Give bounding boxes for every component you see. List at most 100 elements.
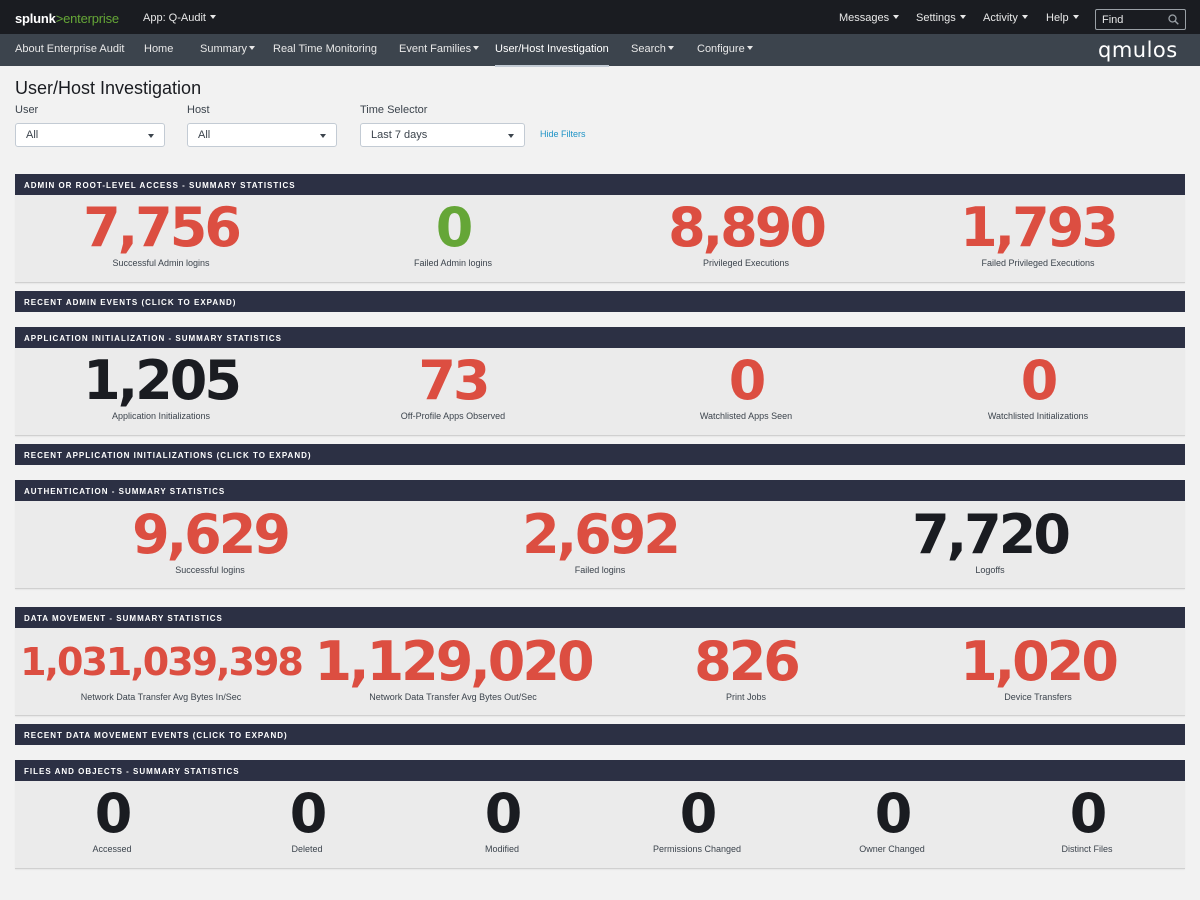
- stat-avg-bytes-out[interactable]: 1,129,020 Network Data Transfer Avg Bytes…: [314, 630, 594, 703]
- stat-value: 0: [728, 349, 767, 412]
- stat-label: Print Jobs: [725, 692, 767, 702]
- stat-permissions-changed[interactable]: 0 Permissions Changed: [653, 787, 741, 855]
- stat-value: 1,020: [960, 630, 1119, 693]
- find-input[interactable]: [1096, 10, 1168, 29]
- chevron-down-icon: [1072, 15, 1079, 20]
- host-filter-dropdown[interactable]: All: [187, 123, 337, 147]
- stat-value: 9,629: [132, 503, 291, 566]
- panel-title-data-movement: DATA MOVEMENT - SUMMARY STATISTICS: [15, 607, 1185, 628]
- stat-failed-privileged-executions[interactable]: 1,793 Failed Privileged Executions: [960, 196, 1119, 269]
- nav-real-time-monitoring[interactable]: Real Time Monitoring: [273, 43, 377, 55]
- nav-label: Configure: [697, 43, 745, 55]
- settings-menu[interactable]: Settings: [916, 12, 966, 24]
- find-box: [1095, 9, 1186, 30]
- stat-avg-bytes-in[interactable]: 1,031,039,398 Network Data Transfer Avg B…: [20, 635, 304, 702]
- panel-app-init: 1,205 Application Initializations 73 Off-P…: [15, 348, 1185, 436]
- stat-failed-admin-logins[interactable]: 0 Failed Admin logins: [414, 196, 492, 269]
- time-selector-dropdown[interactable]: Last 7 days: [360, 123, 525, 147]
- menu-label: Activity: [983, 12, 1018, 24]
- help-menu[interactable]: Help: [1046, 12, 1079, 24]
- time-selector-label: Time Selector: [360, 104, 428, 116]
- stat-watchlisted-apps-seen[interactable]: 0 Watchlisted Apps Seen: [699, 349, 793, 422]
- nav-search[interactable]: Search: [631, 43, 674, 55]
- logo-text: splunk: [15, 11, 56, 26]
- stat-owner-changed[interactable]: 0 Owner Changed: [859, 787, 925, 855]
- stat-modified[interactable]: 0 Modified: [484, 782, 523, 855]
- stat-label: Network Data Transfer Avg Bytes Out/Sec: [369, 692, 537, 702]
- stat-successful-logins[interactable]: 9,629 Successful logins: [132, 503, 291, 576]
- nav-home[interactable]: Home: [144, 43, 173, 55]
- stat-label: Deleted: [291, 844, 323, 854]
- nav-label: Summary: [200, 43, 248, 55]
- chevron-down-icon: [320, 134, 326, 138]
- stat-value: 8,890: [668, 196, 827, 259]
- chevron-down-icon: [746, 46, 753, 51]
- stat-value: 1,205: [83, 349, 242, 412]
- stat-label: Failed logins: [574, 565, 626, 575]
- splunk-logo[interactable]: splunk>enterprise: [15, 11, 119, 26]
- stat-value: 0: [484, 782, 523, 845]
- stat-value: 0: [289, 782, 328, 845]
- nav-configure[interactable]: Configure: [697, 43, 753, 55]
- chevron-down-icon: [473, 46, 480, 51]
- panel-recent-data-movement[interactable]: RECENT DATA MOVEMENT EVENTS (CLICK TO EX…: [15, 724, 1185, 745]
- nav-summary[interactable]: Summary: [200, 43, 256, 55]
- stat-print-jobs[interactable]: 826 Print Jobs: [694, 635, 801, 703]
- stat-label: Privileged Executions: [702, 258, 790, 268]
- panel-title-authentication: AUTHENTICATION - SUMMARY STATISTICS: [15, 480, 1185, 501]
- stat-value: 1,793: [960, 196, 1119, 259]
- panel-recent-admin-events[interactable]: RECENT ADMIN EVENTS (CLICK TO EXPAND): [15, 291, 1185, 312]
- stat-label: Watchlisted Apps Seen: [699, 411, 793, 421]
- stat-value: 2,692: [522, 503, 681, 566]
- nav-event-families[interactable]: Event Families: [399, 43, 480, 55]
- nav-about-enterprise-audit[interactable]: About Enterprise Audit: [15, 43, 124, 55]
- user-filter-label: User: [15, 104, 39, 116]
- stat-accessed[interactable]: 0 Accessed: [92, 782, 133, 855]
- logo-separator: >: [55, 11, 64, 26]
- host-filter-label: Host: [187, 104, 210, 116]
- stat-device-transfers[interactable]: 1,020 Device Transfers: [960, 630, 1119, 703]
- panel-data-movement: 1,031,039,398 Network Data Transfer Avg B…: [15, 628, 1185, 716]
- logo-product: enterprise: [63, 11, 119, 26]
- stat-privileged-executions[interactable]: 8,890 Privileged Executions: [668, 196, 827, 269]
- menu-label: Help: [1046, 12, 1069, 24]
- nav-user-host-investigation[interactable]: User/Host Investigation: [495, 43, 609, 67]
- app-nav-bar: About Enterprise Audit Home Summary Real…: [0, 34, 1200, 67]
- dropdown-value: All: [198, 129, 211, 141]
- stat-value: 0: [94, 782, 133, 845]
- stat-watchlisted-initializations[interactable]: 0 Watchlisted Initializations: [988, 354, 1088, 422]
- stat-label: Successful Admin logins: [112, 258, 210, 268]
- stat-label: Network Data Transfer Avg Bytes In/Sec: [80, 692, 242, 702]
- stat-deleted[interactable]: 0 Deleted: [289, 782, 328, 855]
- nav-label: Search: [631, 43, 666, 55]
- stat-distinct-files[interactable]: 0 Distinct Files: [1061, 787, 1112, 855]
- chevron-down-icon: [209, 15, 216, 20]
- stat-failed-logins[interactable]: 2,692 Failed logins: [522, 503, 681, 576]
- stat-label: Accessed: [92, 844, 132, 854]
- stat-logoffs[interactable]: 7,720 Logoffs: [912, 508, 1071, 576]
- stat-value: 73: [418, 349, 490, 412]
- stat-value: 1,129,020: [314, 630, 594, 693]
- top-bar: splunk>enterprise App: Q-Audit Messages …: [0, 0, 1200, 34]
- hide-filters-link[interactable]: Hide Filters: [540, 129, 586, 139]
- search-icon[interactable]: [1168, 14, 1179, 25]
- stat-label: Owner Changed: [859, 844, 925, 854]
- stat-value: 7,756: [83, 196, 242, 259]
- menu-label: Messages: [839, 12, 890, 24]
- activity-menu[interactable]: Activity: [983, 12, 1028, 24]
- stat-value: 1,031,039,398: [20, 640, 304, 684]
- chevron-down-icon: [1021, 15, 1028, 20]
- panel-recent-app-inits[interactable]: RECENT APPLICATION INITIALIZATIONS (CLIC…: [15, 444, 1185, 465]
- panel-title-files-objects: FILES AND OBJECTS - SUMMARY STATISTICS: [15, 760, 1185, 781]
- messages-menu[interactable]: Messages: [839, 12, 900, 24]
- stat-off-profile-apps[interactable]: 73 Off-Profile Apps Observed: [400, 349, 506, 422]
- stat-successful-admin-logins[interactable]: 7,756 Successful Admin logins: [83, 196, 242, 269]
- stat-application-initializations[interactable]: 1,205 Application Initializations: [83, 349, 242, 422]
- app-selector-label: App: Q-Audit: [143, 12, 206, 24]
- stat-value: 0: [435, 196, 474, 259]
- user-filter-dropdown[interactable]: All: [15, 123, 165, 147]
- app-selector[interactable]: App: Q-Audit: [143, 12, 216, 24]
- qmulos-logo: qmulos: [1098, 38, 1178, 62]
- panel-files-objects: 0 Accessed 0 Deleted 0 Modified 0 Permission…: [15, 781, 1185, 869]
- stat-label: Off-Profile Apps Observed: [400, 411, 506, 421]
